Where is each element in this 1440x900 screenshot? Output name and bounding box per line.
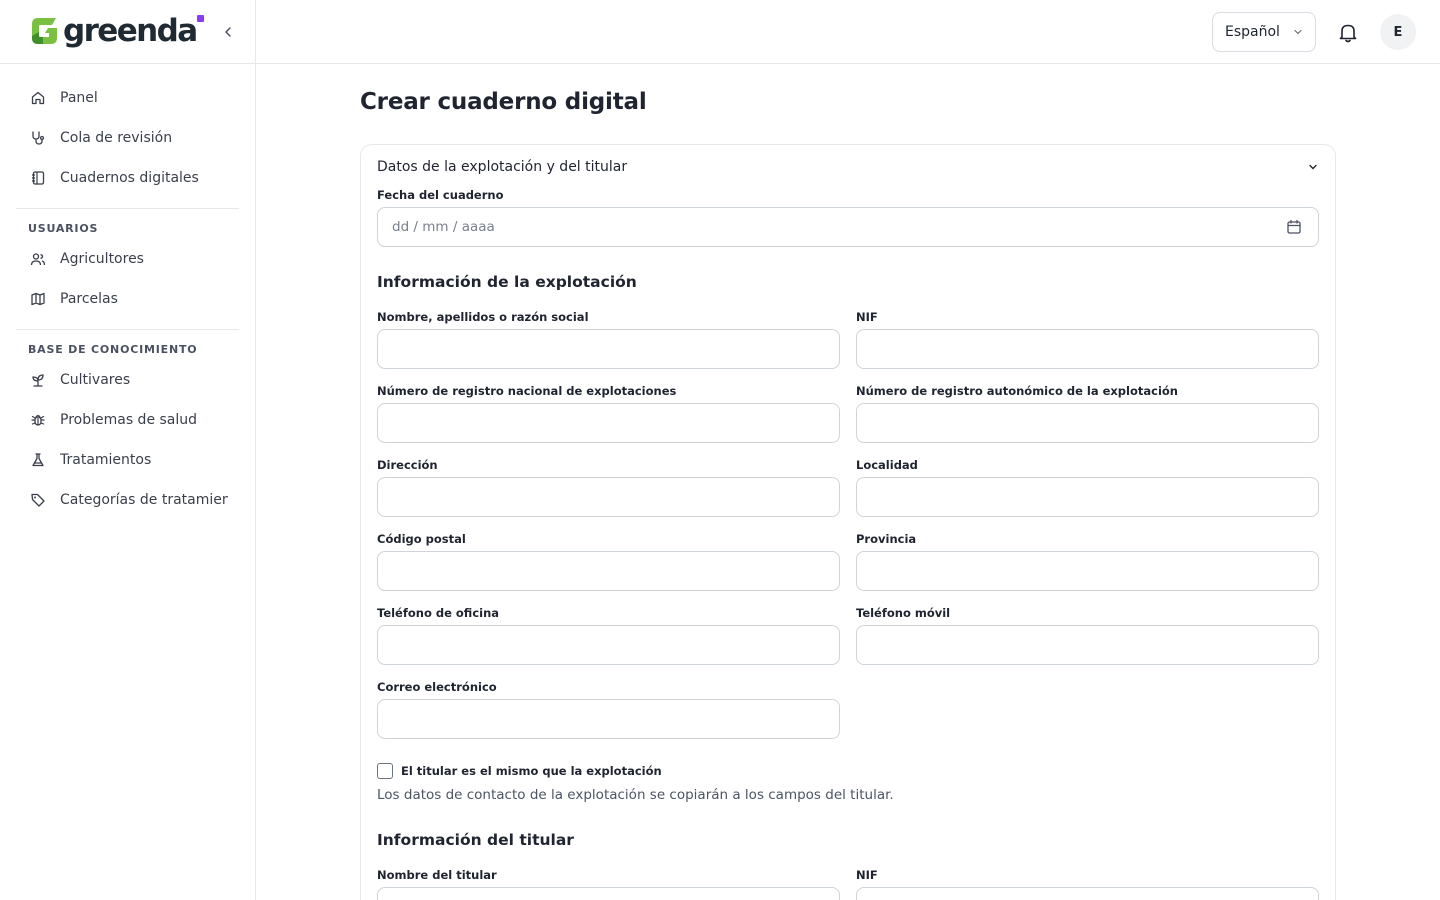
sidebar-item-panel[interactable]: Panel [16,78,239,118]
email-field[interactable] [377,699,840,739]
postal-code-input[interactable] [377,551,840,591]
province-input[interactable] [856,551,1319,591]
sidebar-item-treatment-categories[interactable]: Categorías de tratamien [16,480,239,520]
field-label: Nombre del titular [377,868,497,882]
national-registry-input[interactable] [377,403,840,443]
users-icon [28,249,48,269]
sidebar-item-label: Cola de revisión [60,130,173,146]
field-label: NIF [856,310,878,324]
brand-dot [196,15,204,22]
sidebar-item-label: Panel [60,90,98,106]
field-label: Correo electrónico [377,680,497,694]
field-label: Localidad [856,458,918,472]
tag-icon [28,490,48,510]
top-header: Español E [256,0,1440,64]
field-label: NIF [856,868,878,882]
avatar[interactable]: E [1380,14,1416,50]
brand-name: greenda [63,13,198,49]
sidebar-item-label: Categorías de tratamien [60,492,228,508]
sidebar-item-cultivars[interactable]: Cultivares [16,360,239,400]
chevron-down-icon[interactable] [1307,161,1319,173]
same-owner-checkbox[interactable] [377,763,393,779]
sidebar-item-plots[interactable]: Parcelas [16,279,239,319]
field-label: Número de registro autonómico de la expl… [856,384,1178,398]
stethoscope-icon [28,128,48,148]
chevron-down-icon [1294,29,1302,35]
form-card: Datos de la explotación y del titular Fe… [360,144,1336,900]
greenda-logo-icon [32,18,57,44]
nav-section-title: BASE DE CONOCIMIENTO [28,343,198,356]
farm-section-title: Información de la explotación [377,273,637,291]
map-icon [28,289,48,309]
nav-divider [16,208,239,209]
field-label: Provincia [856,532,917,546]
sidebar-item-label: Tratamientos [60,452,152,468]
owner-name-input[interactable] [377,887,840,900]
same-owner-label[interactable]: El titular es el mismo que la explotació… [401,764,662,778]
same-owner-helper: Los datos de contacto de la explotación … [377,787,894,803]
regional-registry-input[interactable] [856,403,1319,443]
bug-icon [28,410,48,430]
sidebar-item-digital-notebooks[interactable]: Cuadernos digitales [16,158,239,198]
brand-logo[interactable]: greenda [28,13,204,49]
collapse-sidebar-button[interactable] [218,22,238,42]
field-label: Número de registro nacional de explotaci… [377,384,677,398]
sidebar-item-label: Parcelas [60,291,118,307]
office-phone-input[interactable] [377,625,840,665]
sidebar: greenda Panel Cola de revisión Cuadernos… [0,0,256,900]
bell-icon [1339,24,1357,43]
sidebar-item-review-queue[interactable]: Cola de revisión [16,118,239,158]
farm-name-input[interactable] [377,329,840,369]
logo-row: greenda [0,0,255,64]
sidebar-item-label: Agricultores [60,251,144,267]
sidebar-item-label: Problemas de salud [60,412,198,428]
locality-input[interactable] [856,477,1319,517]
mobile-phone-input[interactable] [856,625,1319,665]
notifications-button[interactable] [1336,20,1360,44]
owner-nif-input[interactable] [856,887,1319,900]
sidebar-item-label: Cuadernos digitales [60,170,199,186]
home-icon [28,88,48,108]
language-select[interactable]: Español [1212,12,1316,52]
notebook-date-label: Fecha del cuaderno [377,188,504,202]
field-label: Nombre, apellidos o razón social [377,310,589,324]
sidebar-item-farmers[interactable]: Agricultores [16,239,239,279]
field-label: Teléfono de oficina [377,606,500,620]
notebook-icon [28,168,48,188]
field-label: Teléfono móvil [856,606,951,620]
address-input[interactable] [377,477,840,517]
sidebar-nav: Panel Cola de revisión Cuadernos digital… [16,78,239,520]
field-label: Código postal [377,532,466,546]
field-label: Dirección [377,458,438,472]
owner-section-title: Información del titular [377,831,574,849]
chevron-left-icon [225,27,231,37]
date-placeholder: dd / mm / aaaa [392,219,495,235]
nav-divider [16,329,239,330]
page-title: Crear cuaderno digital [360,89,647,115]
accordion-title[interactable]: Datos de la explotación y del titular [377,159,627,175]
farm-nif-input[interactable] [856,329,1319,369]
sidebar-item-label: Cultivares [60,372,131,388]
sidebar-item-treatments[interactable]: Tratamientos [16,440,239,480]
sprout-icon [28,370,48,390]
language-value: Español [1225,24,1280,40]
flask-icon [28,450,48,470]
sidebar-item-health-problems[interactable]: Problemas de salud [16,400,239,440]
notebook-date-input[interactable]: dd / mm / aaaa [377,207,1319,247]
calendar-icon[interactable] [1286,219,1302,235]
nav-section-title: USUARIOS [28,222,99,235]
